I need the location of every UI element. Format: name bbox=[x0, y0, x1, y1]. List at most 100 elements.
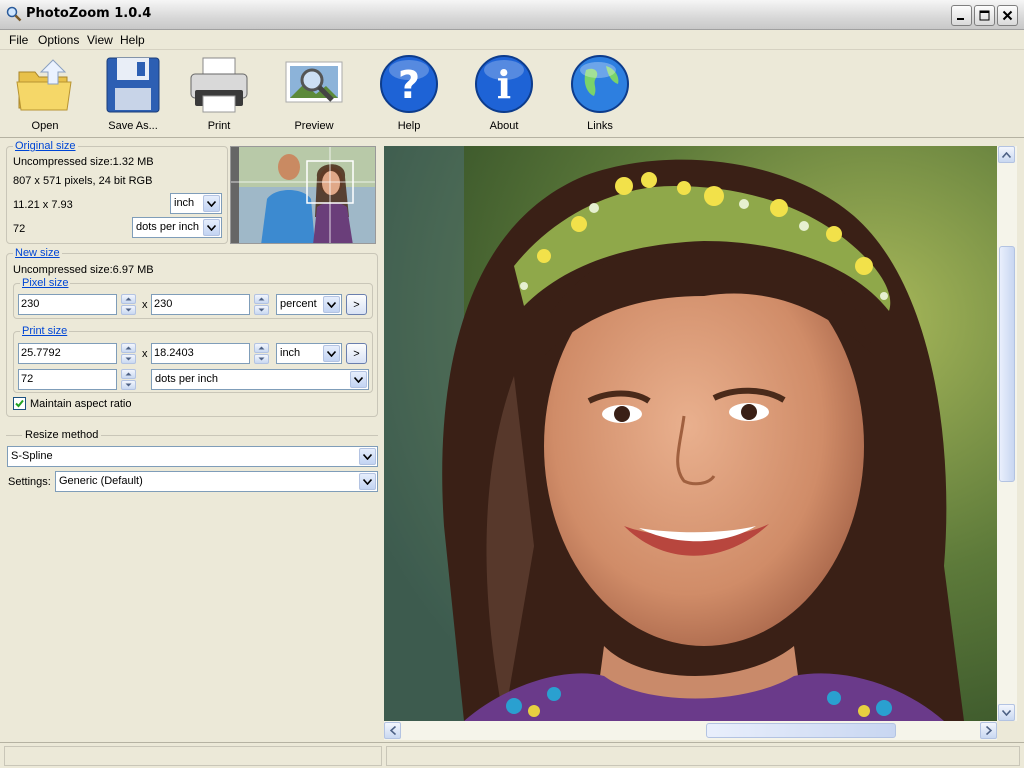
print-unit-select[interactable]: inch bbox=[276, 343, 342, 364]
status-cell-right bbox=[386, 746, 1020, 766]
apply-pixel-size-button[interactable]: > bbox=[346, 294, 367, 315]
scroll-right-button[interactable] bbox=[980, 722, 997, 739]
settings-panel: Original size Uncompressed size:1.32 MB … bbox=[0, 138, 382, 742]
chevron-down-icon bbox=[1002, 709, 1011, 716]
pixel-height-input[interactable]: 230 bbox=[151, 294, 250, 315]
original-unit-select[interactable]: inch bbox=[170, 193, 222, 214]
image-view[interactable] bbox=[384, 146, 997, 721]
original-size-legend: Original size bbox=[15, 140, 76, 152]
pixel-width-stepper[interactable] bbox=[121, 294, 136, 315]
down-arrow-icon[interactable] bbox=[254, 305, 269, 315]
print-times-sign: x bbox=[142, 348, 148, 360]
chevron-right-icon bbox=[985, 726, 992, 735]
vertical-scrollbar[interactable] bbox=[997, 146, 1017, 721]
settings-select[interactable]: Generic (Default) bbox=[55, 471, 378, 492]
title-bar: PhotoZoom 1.0.4 bbox=[0, 0, 1024, 30]
question-icon: ? bbox=[380, 55, 438, 113]
up-arrow-icon[interactable] bbox=[121, 343, 136, 353]
about-label: About bbox=[489, 120, 519, 132]
original-uncompressed-size: Uncompressed size:1.32 MB bbox=[13, 156, 154, 168]
menu-file[interactable]: File bbox=[9, 33, 28, 47]
checkmark-icon bbox=[15, 399, 24, 408]
magnifier-preview-icon bbox=[285, 61, 343, 103]
help-label: Help bbox=[397, 120, 421, 132]
globe-icon bbox=[571, 55, 629, 113]
print-width-input[interactable]: 25.7792 bbox=[18, 343, 117, 364]
chevron-down-icon bbox=[323, 345, 340, 362]
print-resolution-stepper[interactable] bbox=[121, 369, 136, 390]
print-button[interactable]: Print bbox=[181, 54, 257, 136]
close-icon bbox=[1002, 10, 1013, 21]
horizontal-scrollbar[interactable] bbox=[384, 721, 997, 740]
preview-button[interactable]: Preview bbox=[276, 54, 352, 136]
chevron-down-icon bbox=[203, 195, 220, 212]
print-resolution-unit-select[interactable]: dots per inch bbox=[151, 369, 369, 390]
print-height-input[interactable]: 18.2403 bbox=[151, 343, 250, 364]
toolbar: Open Save As... Print Preview ? Help i A… bbox=[0, 50, 1024, 138]
links-button[interactable]: Links bbox=[562, 54, 638, 136]
pixel-width-input[interactable]: 230 bbox=[18, 294, 117, 315]
scroll-up-button[interactable] bbox=[998, 146, 1015, 163]
printer-icon bbox=[190, 57, 248, 113]
help-button[interactable]: ? Help bbox=[371, 54, 447, 136]
up-arrow-icon[interactable] bbox=[254, 343, 269, 353]
maintain-aspect-checkbox[interactable] bbox=[13, 397, 26, 410]
chevron-down-icon bbox=[359, 448, 376, 465]
print-height-stepper[interactable] bbox=[254, 343, 269, 364]
thumbnail-navigator[interactable] bbox=[230, 146, 376, 244]
pixel-unit-select[interactable]: percent bbox=[276, 294, 342, 315]
original-unit-value: inch bbox=[174, 197, 195, 209]
open-button[interactable]: Open bbox=[7, 54, 83, 136]
pixel-size-legend: Pixel size bbox=[22, 277, 69, 289]
maximize-icon bbox=[979, 10, 990, 21]
svg-text:i: i bbox=[497, 62, 511, 107]
maximize-button[interactable] bbox=[974, 5, 995, 26]
preview-label: Preview bbox=[294, 120, 334, 132]
original-resolution-unit-value: dots per inch bbox=[136, 221, 199, 233]
folder-open-icon bbox=[16, 59, 72, 111]
status-bar bbox=[0, 742, 1024, 768]
links-label: Links bbox=[587, 120, 613, 132]
original-print-size: 11.21 x 7.93 bbox=[13, 199, 73, 211]
original-dimensions: 807 x 571 pixels, 24 bit RGB bbox=[13, 175, 153, 187]
original-resolution: 72 bbox=[13, 223, 26, 235]
down-arrow-icon[interactable] bbox=[254, 354, 269, 364]
menu-options[interactable]: Options bbox=[38, 33, 79, 47]
print-width-stepper[interactable] bbox=[121, 343, 136, 364]
save-as-button[interactable]: Save As... bbox=[95, 54, 171, 136]
settings-label: Settings: bbox=[8, 476, 51, 488]
down-arrow-icon[interactable] bbox=[121, 380, 136, 390]
open-label: Open bbox=[31, 120, 59, 132]
original-resolution-unit-select[interactable]: dots per inch bbox=[132, 217, 222, 238]
status-cell-left bbox=[4, 746, 382, 766]
menu-help[interactable]: Help bbox=[120, 33, 145, 47]
window-title: PhotoZoom 1.0.4 bbox=[26, 6, 152, 21]
print-resolution-input[interactable]: 72 bbox=[18, 369, 117, 390]
photo-preview bbox=[384, 146, 997, 721]
resize-method-select[interactable]: S-Spline bbox=[7, 446, 378, 467]
resize-method-value: S-Spline bbox=[11, 450, 53, 462]
up-arrow-icon[interactable] bbox=[254, 294, 269, 304]
down-arrow-icon[interactable] bbox=[121, 305, 136, 315]
pixel-times-sign: x bbox=[142, 299, 148, 311]
pixel-height-stepper[interactable] bbox=[254, 294, 269, 315]
down-arrow-icon[interactable] bbox=[121, 354, 136, 364]
menu-view[interactable]: View bbox=[87, 33, 113, 47]
up-arrow-icon[interactable] bbox=[121, 294, 136, 304]
minimize-button[interactable] bbox=[951, 5, 972, 26]
print-size-legend: Print size bbox=[22, 325, 68, 337]
svg-text:?: ? bbox=[398, 63, 420, 107]
about-button[interactable]: i About bbox=[466, 54, 542, 136]
close-button[interactable] bbox=[997, 5, 1018, 26]
apply-print-size-button[interactable]: > bbox=[346, 343, 367, 364]
chevron-down-icon bbox=[359, 473, 376, 490]
print-unit-value: inch bbox=[280, 347, 301, 359]
maintain-aspect-label[interactable]: Maintain aspect ratio bbox=[30, 398, 132, 410]
scroll-down-button[interactable] bbox=[998, 704, 1015, 721]
up-arrow-icon[interactable] bbox=[121, 369, 136, 379]
thumbnail-image bbox=[231, 147, 375, 243]
scroll-left-button[interactable] bbox=[384, 722, 401, 739]
vertical-scroll-thumb[interactable] bbox=[999, 246, 1015, 482]
settings-value: Generic (Default) bbox=[59, 475, 143, 487]
horizontal-scroll-thumb[interactable] bbox=[706, 723, 896, 738]
